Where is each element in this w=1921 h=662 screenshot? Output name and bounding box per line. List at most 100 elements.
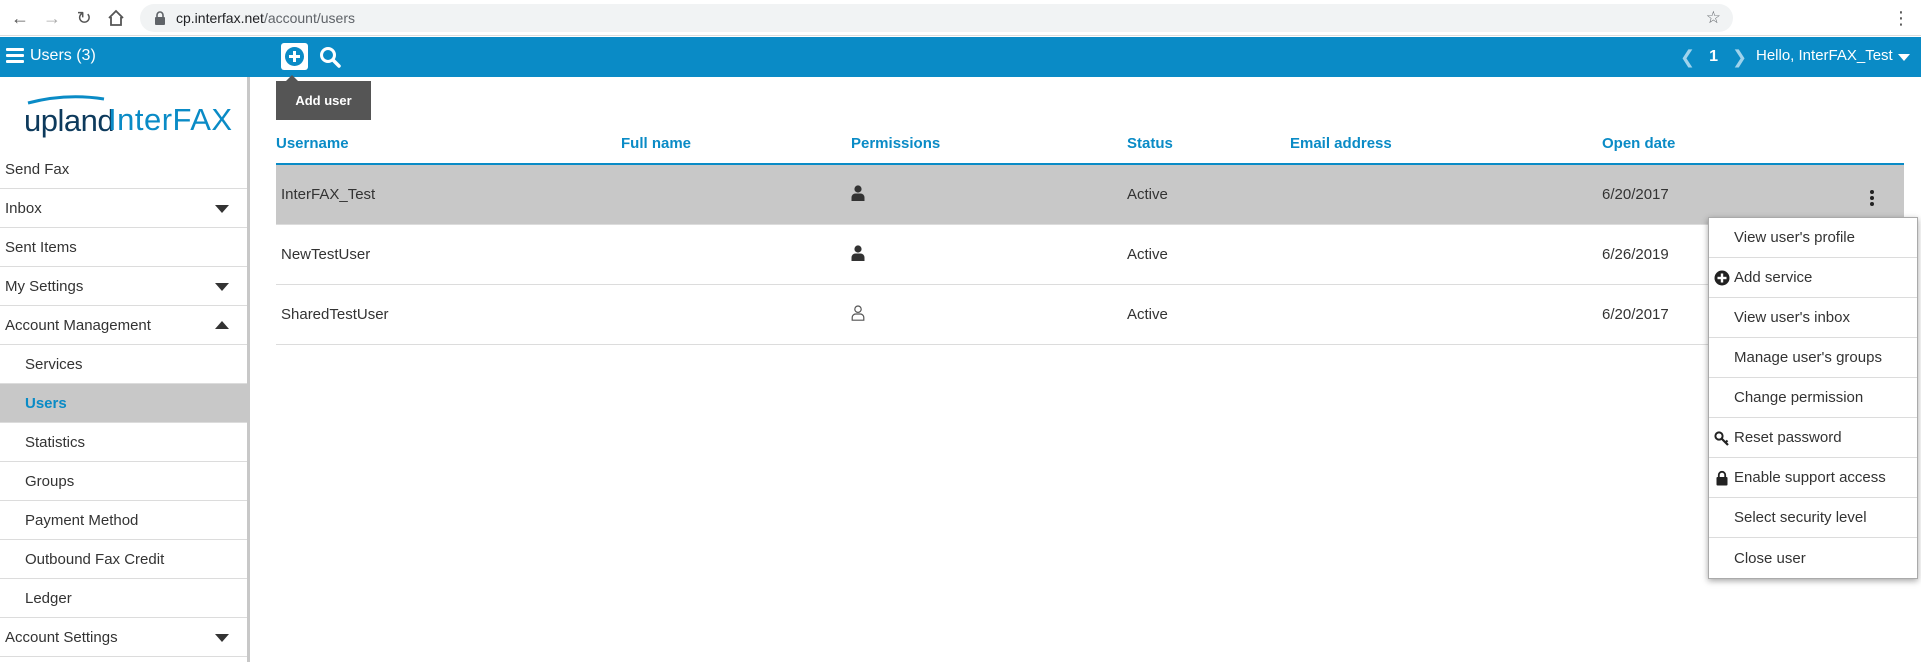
url-path: /account/users (263, 10, 355, 26)
menu-item-select-security-level[interactable]: Select security level (1709, 498, 1917, 538)
menu-item-view-profile[interactable]: View user's profile (1709, 218, 1917, 258)
menu-item-label: Add service (1734, 269, 1813, 286)
cell-username: InterFAX_Test (281, 186, 376, 203)
sidebar-item-label: Sent Items (5, 238, 77, 256)
hamburger-menu-icon[interactable] (6, 48, 24, 64)
browser-toolbar: ← → ↻ cp.interfax.net/account/users ☆ ⋮ (0, 0, 1921, 36)
sidebar-item-account-management[interactable]: Account Management (0, 306, 247, 345)
logo-brand: upland (24, 103, 115, 138)
menu-item-label: Select security level (1734, 509, 1867, 526)
plus-circle-icon (1714, 270, 1730, 286)
address-bar[interactable]: cp.interfax.net/account/users ☆ (140, 4, 1733, 32)
sidebar-item-label: My Settings (5, 277, 84, 295)
cell-status: Active (1127, 186, 1168, 203)
sidebar-item-statistics[interactable]: Statistics (0, 423, 247, 462)
cell-open-date: 6/26/2019 (1602, 246, 1669, 263)
column-header-status[interactable]: Status (1127, 135, 1173, 152)
sidebar-item-label: Ledger (25, 589, 72, 607)
sidebar-item-payment-method[interactable]: Payment Method (0, 501, 247, 540)
caret-down-icon[interactable] (215, 205, 229, 213)
sidebar-item-send-fax[interactable]: Send Fax (0, 150, 247, 189)
bookmark-star-icon[interactable]: ☆ (1706, 8, 1721, 28)
menu-item-reset-password[interactable]: Reset password (1709, 418, 1917, 458)
chevron-down-icon[interactable] (1898, 54, 1910, 61)
add-user-button[interactable] (281, 43, 308, 70)
cell-open-date: 6/20/2017 (1602, 186, 1669, 203)
sidebar-item-users[interactable]: Users (0, 384, 247, 423)
reload-icon[interactable]: ↻ (72, 6, 96, 30)
sidebar-item-inbox[interactable]: Inbox (0, 189, 247, 228)
sidebar-item-my-settings[interactable]: My Settings (0, 267, 247, 306)
sidebar-item-outbound-fax-credit[interactable]: Outbound Fax Credit (0, 540, 247, 579)
menu-item-label: Close user (1734, 549, 1806, 567)
menu-item-close-user[interactable]: Close user (1709, 538, 1917, 578)
sidebar-item-label: Payment Method (25, 511, 139, 529)
menu-item-view-inbox[interactable]: View user's inbox (1709, 298, 1917, 338)
table-row[interactable]: InterFAX_Test Active 6/20/2017 (276, 165, 1904, 225)
sidebar-item-label: Send Fax (5, 160, 70, 178)
sidebar-item-label: Outbound Fax Credit (25, 550, 165, 568)
menu-item-change-permission[interactable]: Change permission (1709, 378, 1917, 418)
app-header: Users (3) ❮ 1 ❯ Hello, InterFAX_Test (0, 37, 1921, 77)
url-host: cp.interfax.net (176, 10, 264, 26)
sidebar-item-label: Users (25, 394, 67, 412)
cell-status: Active (1127, 306, 1168, 323)
sidebar-item-label: Groups (25, 472, 75, 490)
home-icon[interactable] (104, 6, 128, 30)
sidebar-item-sent-items[interactable]: Sent Items (0, 228, 247, 267)
current-page: 1 (1709, 48, 1718, 65)
menu-item-manage-groups[interactable]: Manage user's groups (1709, 338, 1917, 378)
sidebar-item-account-settings[interactable]: Account Settings (0, 618, 247, 657)
user-outline-icon (851, 305, 865, 321)
column-header-open-date[interactable]: Open date (1602, 135, 1675, 152)
caret-up-icon[interactable] (215, 321, 229, 329)
sidebar-item-groups[interactable]: Groups (0, 462, 247, 501)
sidebar-item-ledger[interactable]: Ledger (0, 579, 247, 618)
search-button[interactable] (318, 45, 342, 69)
column-header-permissions[interactable]: Permissions (851, 135, 940, 152)
add-user-tooltip: Add user (276, 75, 371, 120)
sidebar-item-label: Services (25, 355, 83, 373)
logo-product: InterFAX (108, 102, 233, 137)
browser-menu-icon[interactable]: ⋮ (1891, 6, 1911, 30)
forward-icon[interactable]: → (40, 6, 64, 30)
next-page-icon[interactable]: ❯ (1732, 47, 1747, 68)
menu-item-label: View user's inbox (1734, 309, 1850, 326)
lock-icon (1716, 470, 1728, 486)
sidebar-item-services[interactable]: Services (0, 345, 247, 384)
lock-icon (155, 11, 165, 25)
menu-item-add-service[interactable]: Add service (1709, 258, 1917, 298)
user-filled-icon (851, 245, 865, 261)
users-table: Username Full name Permissions Status Em… (276, 128, 1904, 345)
menu-item-label: Enable support access (1734, 469, 1886, 486)
sidebar: upland InterFAX Send Fax Inbox Sent Item… (0, 77, 250, 662)
column-header-username[interactable]: Username (276, 135, 349, 152)
column-header-full-name[interactable]: Full name (621, 135, 691, 152)
plus-circle-icon (285, 47, 304, 66)
menu-item-label: Manage user's groups (1734, 349, 1882, 366)
table-row[interactable]: NewTestUser Active 6/26/2019 (276, 225, 1904, 285)
menu-item-label: Reset password (1734, 429, 1842, 446)
menu-item-label: View user's profile (1734, 229, 1855, 246)
cell-username: NewTestUser (281, 246, 371, 263)
cell-open-date: 6/20/2017 (1602, 306, 1669, 323)
pagination: ❮ 1 ❯ (1680, 45, 1747, 69)
user-filled-icon (851, 185, 865, 201)
back-icon[interactable]: ← (8, 6, 32, 30)
user-greeting[interactable]: Hello, InterFAX_Test (1756, 47, 1893, 64)
caret-down-icon[interactable] (215, 283, 229, 291)
key-icon (1714, 431, 1729, 446)
menu-item-enable-support-access[interactable]: Enable support access (1709, 458, 1917, 498)
row-actions-kebab-icon[interactable] (1869, 190, 1875, 208)
table-header: Username Full name Permissions Status Em… (276, 128, 1904, 165)
sidebar-item-label: Account Settings (5, 628, 118, 646)
prev-page-icon[interactable]: ❮ (1680, 47, 1695, 68)
sidebar-item-label: Inbox (5, 199, 42, 217)
logo: upland InterFAX (0, 77, 247, 150)
cell-status: Active (1127, 246, 1168, 263)
caret-down-icon[interactable] (215, 634, 229, 642)
row-context-menu: View user's profile Add service View use… (1708, 217, 1918, 579)
cell-username: SharedTestUser (281, 306, 389, 323)
table-row[interactable]: SharedTestUser Active 6/20/2017 (276, 285, 1904, 345)
column-header-email[interactable]: Email address (1290, 135, 1392, 152)
